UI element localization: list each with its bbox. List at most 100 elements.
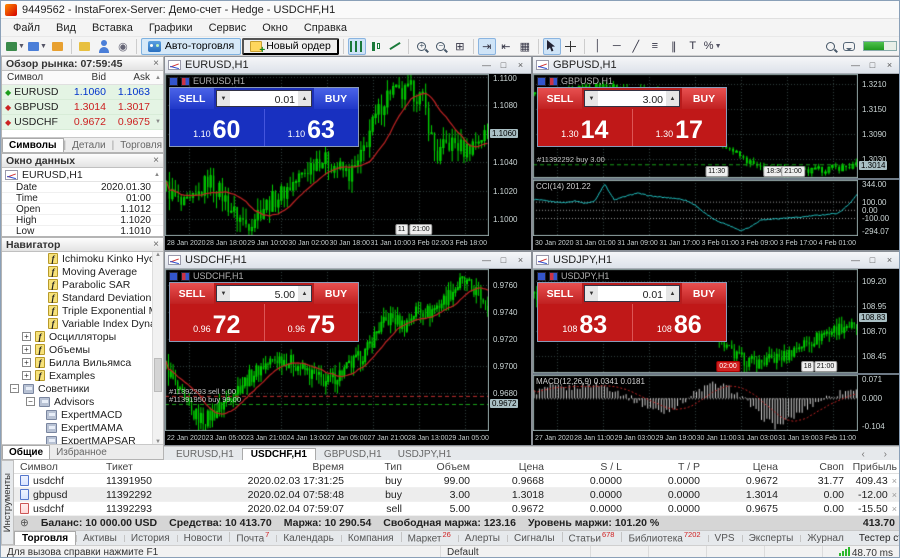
chart-tab-gbpusd[interactable]: GBPUSD,H1 [316,449,390,460]
volume-up-icon[interactable]: ▲ [666,286,679,301]
navigator-scrollbar[interactable]: ▲▼ [152,252,163,445]
maximize-icon[interactable]: □ [496,60,511,70]
new-order-button[interactable]: Новый ордер [242,38,339,55]
panel-toggle-icon[interactable] [169,272,178,281]
close-icon[interactable]: × [882,60,897,70]
horizontal-line-icon[interactable]: ─ [608,38,626,55]
volume-up-icon[interactable]: ▲ [666,91,679,106]
chart-tab-usdchf[interactable]: USDCHF,H1 [242,448,316,460]
tab-signals[interactable]: Сигналы [507,532,562,545]
symbol-row-eurusd[interactable]: ◆EURUSD 1.1060 1.1063 [2,85,163,100]
volume-down-icon[interactable]: ▼ [585,286,598,301]
close-icon[interactable]: × [513,255,528,265]
volume-down-icon[interactable]: ▼ [585,91,598,106]
buy-button[interactable]: BUY [682,283,726,304]
line-chart-icon[interactable] [386,38,404,55]
collapse-icon[interactable]: − [26,397,35,406]
tab-common[interactable]: Общие [2,445,50,459]
volume-down-icon[interactable]: ▼ [217,286,230,301]
close-icon[interactable]: × [882,255,897,265]
open-data-folder-icon[interactable] [49,38,67,55]
tab-details[interactable]: Детали [66,139,111,152]
maximize-icon[interactable]: □ [865,255,880,265]
tab-library[interactable]: Библиотека7202 [621,529,707,545]
tab-symbols[interactable]: Символы [2,138,64,152]
menu-insert[interactable]: Вставка [84,22,141,34]
tab-vps[interactable]: VPS [708,532,742,545]
tree-item-indicator[interactable]: fVariable Index Dynamic A [2,317,163,330]
tab-company[interactable]: Компания [341,532,401,545]
maximize-icon[interactable]: □ [865,60,880,70]
panel-toggle-icon[interactable] [537,272,546,281]
minimize-icon[interactable]: — [479,255,494,265]
tree-item-expert[interactable]: ExpertMACD [2,408,163,421]
menu-tools[interactable]: Сервис [201,22,255,34]
tree-group-volumes[interactable]: +fОбъемы [2,343,163,356]
vertical-line-icon[interactable]: │ [589,38,607,55]
expand-icon[interactable]: + [22,358,31,367]
tree-item-indicator[interactable]: fMoving Average [2,265,163,278]
tab-scroll-right-icon[interactable]: › [876,449,895,460]
zoom-in-icon[interactable]: + [413,38,431,55]
sell-button[interactable]: SELL [170,283,214,304]
buy-button[interactable]: BUY [314,88,358,109]
volume-stepper[interactable]: ▼5.00▲ [216,285,312,302]
minimize-icon[interactable]: — [848,255,863,265]
volume-up-icon[interactable]: ▲ [298,286,311,301]
channel-icon[interactable]: ∥ [665,38,683,55]
position-row[interactable]: usdchf 113919502020.02.03 17:31:25 buy99… [14,474,900,488]
collapse-icon[interactable]: − [10,384,19,393]
chart-shift-icon[interactable]: ⇤ [497,38,515,55]
tree-group-bill-williams[interactable]: +fБилла Вильямса [2,356,163,369]
tree-group-oscillators[interactable]: +fОсцилляторы [2,330,163,343]
tab-trade[interactable]: Торговля [14,531,76,545]
tree-group-advisors[interactable]: −Advisors [2,395,163,408]
tab-favorites[interactable]: Избранное [50,446,113,459]
menu-window[interactable]: Окно [254,22,296,34]
close-position-icon[interactable]: × [892,504,897,514]
fibonacci-icon[interactable]: ≡ [646,38,664,55]
trendline-icon[interactable]: ╱ [627,38,645,55]
new-chart-icon[interactable]: ▼ [5,38,26,55]
tree-group-advisors-root[interactable]: −Советники [2,382,163,395]
chart-body-usdchf[interactable]: USDCHF,H1 SELL ▼5.00▲ BUY 0.9672 0.9675 … [165,269,531,445]
tab-news[interactable]: Новости [177,532,230,545]
close-position-icon[interactable]: × [892,490,897,500]
volume-down-icon[interactable]: ▼ [217,91,230,106]
menu-charts[interactable]: Графики [141,22,201,34]
chart-window-titlebar[interactable]: EURUSD,H1 —□× [165,57,531,74]
minimize-icon[interactable]: — [848,60,863,70]
strategy-tester-label[interactable]: Тестер стратегий [851,532,900,545]
tab-journal[interactable]: Журнал [800,532,851,545]
sell-price[interactable]: 10883 [538,304,632,341]
buy-price[interactable]: 1.3017 [632,109,727,146]
tab-history[interactable]: История [124,532,177,545]
autotrade-button[interactable]: Авто-торговля [141,38,241,55]
tab-alerts[interactable]: Алерты [458,532,507,545]
scroll-down-icon[interactable]: ▼ [153,119,163,125]
panel-toggle-icon[interactable] [537,77,546,86]
panel-toggle-icon[interactable] [169,77,178,86]
expand-icon[interactable]: + [22,371,31,380]
chart-window-titlebar[interactable]: USDCHF,H1 —□× [165,252,531,269]
tab-assets[interactable]: Активы [76,532,124,545]
buy-price[interactable]: 1.1063 [264,109,359,146]
sell-price[interactable]: 0.9672 [170,304,264,341]
volume-stepper[interactable]: ▼3.00▲ [584,90,680,107]
position-row[interactable]: gbpusd 113922922020.02.04 07:58:48 buy3.… [14,488,900,502]
position-row[interactable]: usdchf 113922932020.02.04 07:59:07 sell5… [14,502,900,516]
cursor-icon[interactable] [543,38,561,55]
indicators-icon[interactable]: ▦ [516,38,534,55]
tab-articles[interactable]: Статьи678 [562,529,622,545]
chart-body-gbpusd[interactable]: GBPUSD,H1 SELL ▼3.00▲ BUY 1.3014 1.3017 … [533,74,900,250]
tree-item-indicator[interactable]: fParabolic SAR [2,278,163,291]
indicator-canvas[interactable] [533,180,858,236]
tab-mail[interactable]: Почта7 [229,529,276,545]
arrows-tool-icon[interactable]: %▼ [703,38,723,55]
tab-experts[interactable]: Эксперты [742,532,801,545]
volume-stepper[interactable]: ▼0.01▲ [216,90,312,107]
terminal-side-tab[interactable]: Инструменты [1,460,14,545]
expand-icon[interactable]: + [22,345,31,354]
bar-chart-icon[interactable] [348,38,366,55]
close-icon[interactable]: × [153,239,159,250]
